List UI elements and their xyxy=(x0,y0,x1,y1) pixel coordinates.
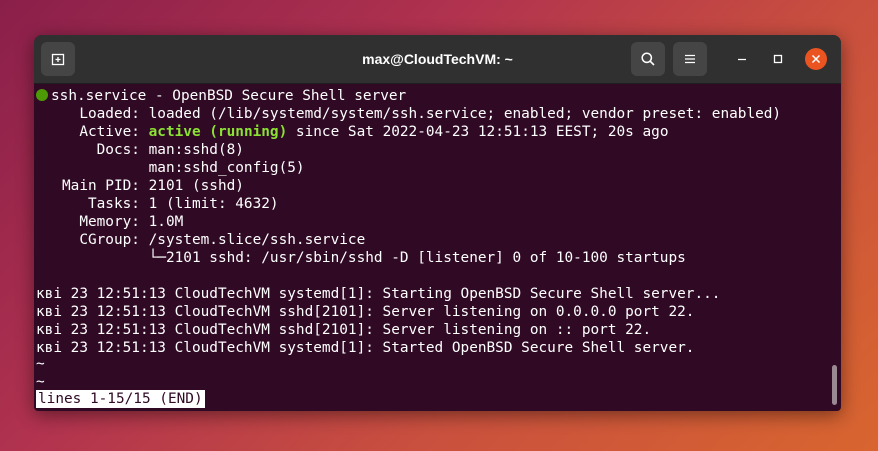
menu-button[interactable] xyxy=(673,42,707,76)
empty-line-tilde: ~ xyxy=(36,356,45,372)
scrollbar-thumb[interactable] xyxy=(832,365,837,405)
main-pid-line: Main PID: 2101 (sshd) xyxy=(36,178,244,194)
empty-line-tilde: ~ xyxy=(36,374,45,390)
active-state: active (running) xyxy=(148,124,288,140)
log-line: кві 23 12:51:13 CloudTechVM systemd[1]: … xyxy=(36,286,721,302)
log-line: кві 23 12:51:13 CloudTechVM systemd[1]: … xyxy=(36,340,695,356)
docs-line: Docs: man:sshd(8) xyxy=(36,142,244,158)
tasks-line: Tasks: 1 (limit: 4632) xyxy=(36,196,279,212)
pager-status-line: lines 1-15/15 (END) xyxy=(36,390,205,408)
cgroup-line: CGroup: /system.slice/ssh.service xyxy=(36,232,366,248)
hamburger-menu-icon xyxy=(685,54,695,64)
title-bar[interactable]: max@CloudTechVM: ~ xyxy=(34,35,841,84)
service-name: ssh.service - OpenBSD Secure Shell serve… xyxy=(51,88,407,104)
cgroup-process-line: └─2101 sshd: /usr/sbin/sshd -D [listener… xyxy=(36,250,686,266)
active-label: Active: xyxy=(36,124,149,140)
active-line: Active: active (running) since Sat 2022-… xyxy=(36,123,668,141)
window-title: max@CloudTechVM: ~ xyxy=(362,51,513,67)
loaded-line: Loaded: loaded (/lib/systemd/system/ssh.… xyxy=(36,106,782,122)
terminal-output[interactable]: ssh.service - OpenBSD Secure Shell serve… xyxy=(34,84,841,411)
minimize-button[interactable] xyxy=(731,48,753,70)
memory-line: Memory: 1.0M xyxy=(36,214,184,230)
close-icon xyxy=(811,54,821,64)
docs-line-2: man:sshd_config(5) xyxy=(36,160,305,176)
maximize-icon xyxy=(773,54,783,64)
minimize-icon xyxy=(738,58,746,61)
search-icon xyxy=(641,52,655,66)
maximize-button[interactable] xyxy=(767,48,789,70)
log-line: кві 23 12:51:13 CloudTechVM sshd[2101]: … xyxy=(36,322,652,338)
status-dot-icon xyxy=(36,89,48,101)
scrollbar-track[interactable] xyxy=(830,84,839,411)
new-tab-button[interactable] xyxy=(41,42,75,76)
search-button[interactable] xyxy=(631,42,665,76)
new-tab-icon xyxy=(51,53,65,66)
terminal-window: max@CloudTechVM: ~ ssh.service - OpenBSD… xyxy=(34,35,841,411)
service-header-line: ssh.service - OpenBSD Secure Shell serve… xyxy=(36,87,406,105)
active-since: since Sat 2022-04-23 12:51:13 EEST; 20s … xyxy=(287,124,669,140)
log-line: кві 23 12:51:13 CloudTechVM sshd[2101]: … xyxy=(36,304,695,320)
close-button[interactable] xyxy=(805,48,827,70)
